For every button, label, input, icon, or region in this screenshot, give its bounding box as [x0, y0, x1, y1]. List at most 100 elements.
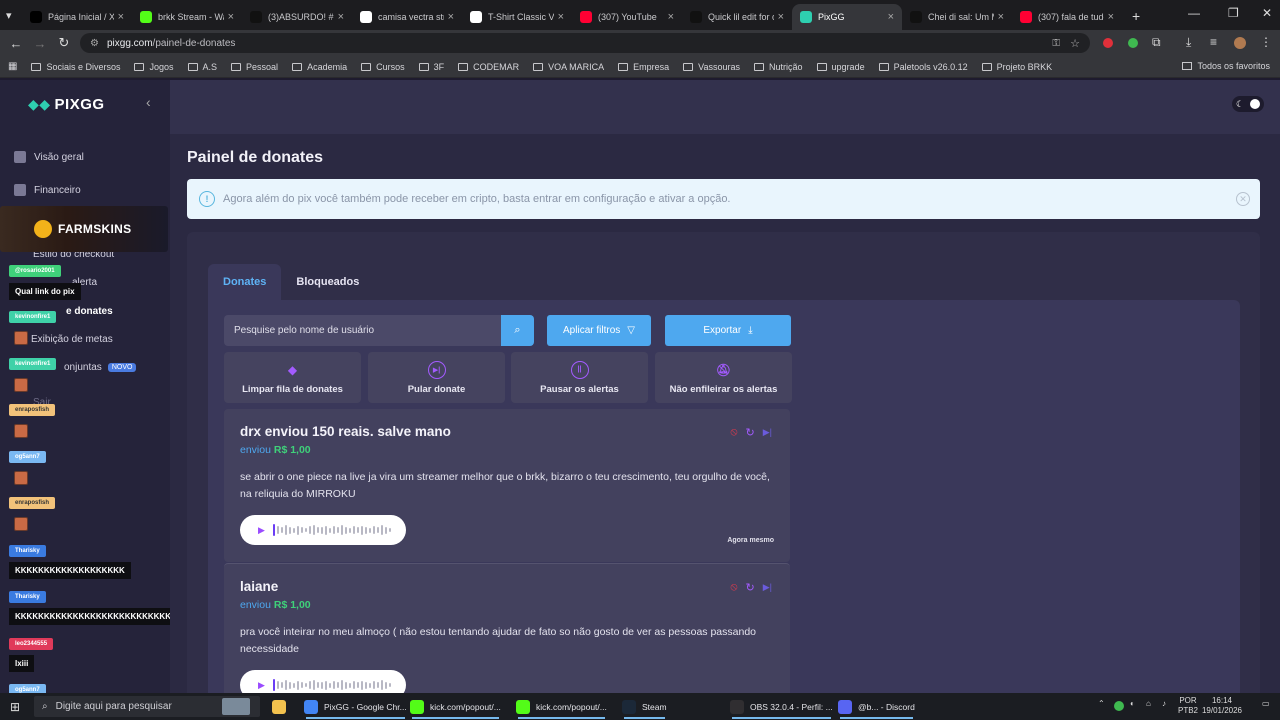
- search-input[interactable]: Pesquise pelo nome de usuário: [224, 315, 501, 346]
- download-icon[interactable]: ⤓: [1186, 35, 1191, 50]
- restore-icon[interactable]: ❐: [1228, 6, 1239, 20]
- browser-tab[interactable]: (307) YouTube ×: [572, 4, 682, 30]
- tray-app-icon[interactable]: ◐: [1130, 699, 1135, 708]
- close-tab-icon[interactable]: ×: [558, 11, 564, 23]
- sidebar-item-painel-donates[interactable]: e donates: [66, 306, 113, 317]
- close-tab-icon[interactable]: ×: [118, 11, 124, 23]
- extensions-icon[interactable]: ⧉: [1152, 35, 1161, 50]
- bookmark-item[interactable]: Pessoal: [231, 62, 278, 72]
- menu-dots-icon[interactable]: ⋮: [1260, 35, 1272, 49]
- pause-alerts-button[interactable]: || Pausar os alertas: [511, 352, 648, 403]
- block-user-icon[interactable]: ⦸: [730, 426, 737, 439]
- sidebar-item-visao-geral[interactable]: Visão geral: [14, 151, 84, 163]
- clear-queue-button[interactable]: ◆ Limpar fila de donates: [224, 352, 361, 403]
- close-tab-icon[interactable]: ×: [228, 11, 234, 23]
- bookmark-item[interactable]: 3F: [418, 62, 444, 72]
- bookmark-item[interactable]: Vassouras: [683, 62, 740, 72]
- apps-grid-icon[interactable]: ▦: [8, 61, 17, 72]
- taskbar-search[interactable]: ⌕ Digite aqui para pesquisar: [34, 696, 260, 717]
- play-icon[interactable]: ▶: [258, 525, 265, 536]
- replay-icon[interactable]: ↻: [746, 581, 755, 594]
- clock[interactable]: 16:14 19/01/2026: [1200, 696, 1244, 716]
- close-tab-icon[interactable]: ×: [888, 11, 894, 23]
- bookmark-star-icon[interactable]: ☆: [1070, 37, 1080, 50]
- browser-tab[interactable]: (3)ABSURDO! #bl ×: [242, 4, 352, 30]
- back-icon[interactable]: ←: [4, 36, 28, 51]
- sidebar-item-financeiro[interactable]: Financeiro: [14, 184, 81, 196]
- browser-tab[interactable]: (307) fala de tudo ×: [1012, 4, 1122, 30]
- close-tab-icon[interactable]: ×: [778, 11, 784, 23]
- close-tab-icon[interactable]: ×: [998, 11, 1004, 23]
- new-tab-button[interactable]: +: [1132, 8, 1140, 24]
- tab-manager-icon[interactable]: ≡: [1210, 35, 1217, 49]
- all-bookmarks[interactable]: Todos os favoritos: [1182, 61, 1270, 71]
- bookmark-item[interactable]: Paletools v26.0.12: [878, 62, 968, 72]
- tab-donates[interactable]: Donates: [208, 264, 282, 300]
- tab-bloqueados[interactable]: Bloqueados: [281, 264, 374, 300]
- sidebar-item-conjuntas[interactable]: onjuntas NOVO: [64, 362, 137, 373]
- pixgg-logo[interactable]: ◆◆ PIXGG: [28, 96, 105, 113]
- tab-search-icon[interactable]: ▾: [6, 9, 16, 22]
- tray-chevron-icon[interactable]: ⌃: [1098, 699, 1105, 708]
- key-icon[interactable]: ⚿: [1052, 38, 1060, 49]
- close-window-icon[interactable]: ✕: [1262, 6, 1272, 20]
- bookmark-item[interactable]: Sociais e Diversos: [31, 62, 120, 72]
- browser-tab[interactable]: camisa vectra stra ×: [352, 4, 462, 30]
- browser-tab[interactable]: Página Inicial / X ×: [22, 4, 132, 30]
- reload-icon[interactable]: ↻: [52, 35, 76, 51]
- browser-tab[interactable]: brkk Stream - Wa ×: [132, 4, 242, 30]
- profile-avatar[interactable]: [1234, 37, 1246, 49]
- search-button[interactable]: ⌕: [501, 315, 534, 346]
- extension-red-icon[interactable]: [1103, 38, 1113, 48]
- no-queue-alerts-button[interactable]: 🔕︎ Não enfileirar os alertas: [655, 352, 792, 403]
- close-tab-icon[interactable]: ×: [1108, 11, 1114, 23]
- address-bar[interactable]: ⚙ pixgg.com/painel-de-donates ⚿ ☆: [80, 33, 1090, 53]
- apply-filters-button[interactable]: Aplicar filtros ▽: [547, 315, 651, 346]
- browser-tab[interactable]: Quick lil edit for c ×: [682, 4, 792, 30]
- audio-waveform[interactable]: [272, 679, 393, 691]
- sidebar-item-exibicao-metas[interactable]: Exibição de metas: [31, 334, 113, 345]
- bookmark-item[interactable]: Academia: [292, 62, 347, 72]
- bookmark-item[interactable]: Projeto BRKK: [981, 62, 1052, 72]
- play-icon[interactable]: ▶: [258, 680, 265, 691]
- browser-tab[interactable]: T-Shirt Classic Ve ×: [462, 4, 572, 30]
- audio-player[interactable]: ▶: [240, 515, 406, 545]
- volume-icon[interactable]: ♪: [1162, 699, 1166, 708]
- taskbar-app[interactable]: OBS 32.0.4 - Perfil: ...: [730, 696, 833, 719]
- network-icon[interactable]: ⌂: [1146, 699, 1151, 708]
- taskbar-app[interactable]: Steam: [622, 696, 667, 719]
- browser-tab[interactable]: Chei di sal: Um M ×: [902, 4, 1012, 30]
- tray-status-icon[interactable]: [1114, 701, 1124, 711]
- bookmark-item[interactable]: Jogos: [134, 62, 174, 72]
- close-tab-icon[interactable]: ×: [448, 11, 454, 23]
- replay-icon[interactable]: ↻: [746, 426, 755, 439]
- skip-icon[interactable]: ▶|: [763, 582, 772, 593]
- bookmark-item[interactable]: Cursos: [361, 62, 405, 72]
- bookmark-item[interactable]: upgrade: [816, 62, 865, 72]
- taskbar-app[interactable]: PixGG - Google Chr...: [304, 696, 407, 719]
- language-indicator[interactable]: POR PTB2: [1178, 696, 1198, 716]
- bookmark-item[interactable]: A.S: [187, 62, 217, 72]
- skip-icon[interactable]: ▶|: [763, 427, 772, 438]
- collapse-sidebar-icon[interactable]: ‹: [146, 94, 151, 110]
- file-explorer-icon[interactable]: [272, 696, 292, 717]
- close-tab-icon[interactable]: ×: [668, 11, 674, 23]
- skip-donate-button[interactable]: ▶| Pular donate: [368, 352, 505, 403]
- theme-toggle[interactable]: ☾: [1232, 96, 1264, 112]
- export-button[interactable]: Exportar ⤓: [665, 315, 791, 346]
- bookmark-item[interactable]: Nutrição: [754, 62, 803, 72]
- taskbar-app[interactable]: kick.com/popout/...: [516, 696, 607, 719]
- audio-waveform[interactable]: [272, 524, 393, 536]
- notifications-icon[interactable]: ▭: [1262, 699, 1270, 708]
- taskbar-app[interactable]: kick.com/popout/...: [410, 696, 501, 719]
- bookmark-item[interactable]: VOA MARICA: [533, 62, 604, 72]
- bookmark-item[interactable]: Empresa: [618, 62, 669, 72]
- browser-tab[interactable]: PixGG ×: [792, 4, 902, 30]
- bookmark-item[interactable]: CODEMAR: [458, 62, 519, 72]
- extension-green-icon[interactable]: [1128, 38, 1138, 48]
- close-tab-icon[interactable]: ×: [338, 11, 344, 23]
- taskbar-app[interactable]: @b... - Discord: [838, 696, 915, 719]
- close-banner-icon[interactable]: ✕: [1236, 192, 1250, 206]
- forward-icon[interactable]: →: [28, 36, 52, 51]
- minimize-icon[interactable]: —: [1188, 6, 1200, 20]
